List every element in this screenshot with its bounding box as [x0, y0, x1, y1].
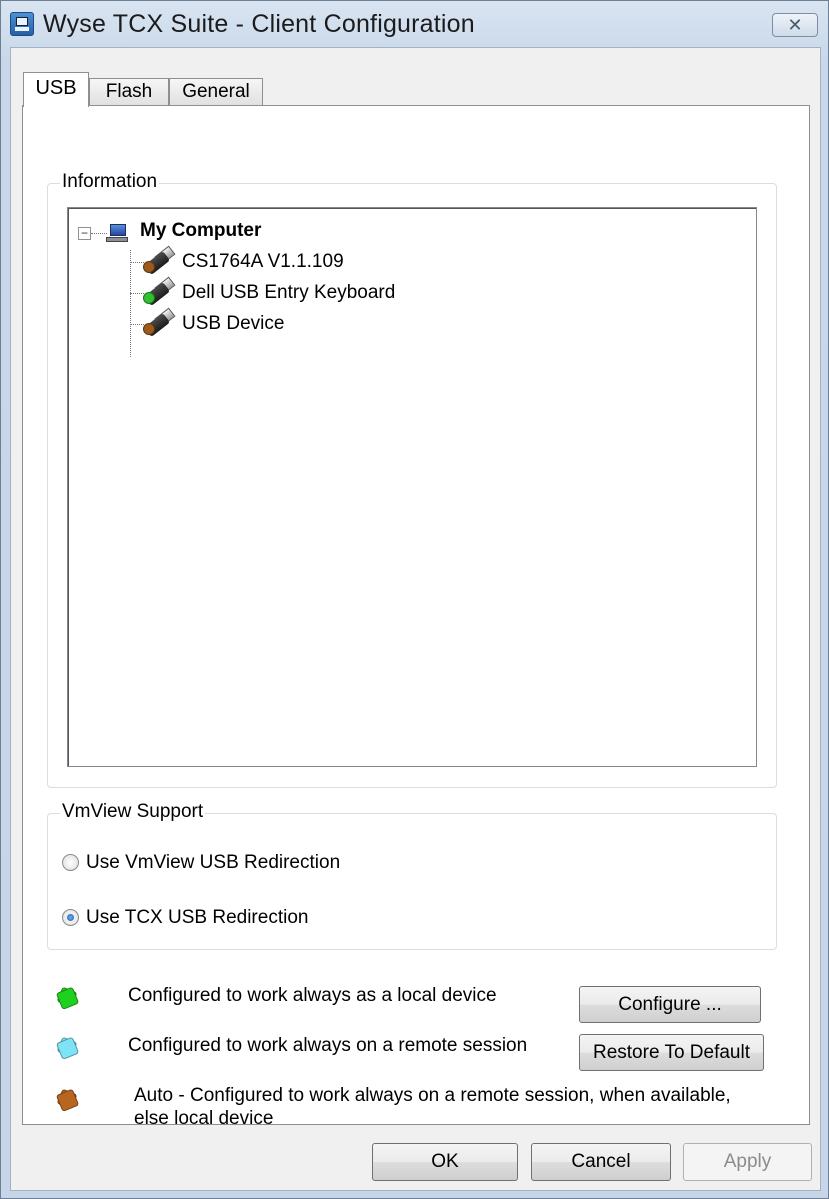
restore-to-default-button[interactable]: Restore To Default [579, 1034, 764, 1071]
vmview-support-label: VmView Support [60, 801, 206, 823]
local-device-status-icon [56, 986, 78, 1008]
tree-item-cs1764a[interactable]: CS1764A V1.1.109 [182, 251, 344, 273]
radio-button[interactable] [62, 854, 79, 871]
legend-remote-session-text: Configured to work always on a remote se… [128, 1035, 528, 1056]
tree-item-usb-device[interactable]: USB Device [182, 313, 284, 335]
radio-label: Use TCX USB Redirection [86, 907, 309, 928]
device-tree[interactable]: − My Computer CS1764A V1.1.109 Dell USB … [67, 207, 757, 767]
tab-general[interactable]: General [169, 78, 263, 106]
usb-device-icon [142, 276, 176, 307]
tree-root-my-computer[interactable]: My Computer [140, 220, 261, 242]
configure-button[interactable]: Configure ... [579, 986, 761, 1023]
information-group: Information − My Computer CS1764A V1.1.1… [47, 171, 777, 788]
radio-use-vmview-redirection[interactable]: Use VmView USB Redirection [62, 852, 340, 874]
radio-use-tcx-redirection[interactable]: Use TCX USB Redirection [62, 907, 308, 929]
ok-button[interactable]: OK [372, 1143, 518, 1181]
auto-status-icon [56, 1088, 78, 1110]
tree-connector [130, 250, 131, 357]
legend-auto-text: Auto - Configured to work always on a re… [134, 1084, 731, 1130]
usb-device-icon [142, 307, 176, 338]
dialog-body: USB Flash General Information − My Compu… [10, 47, 821, 1191]
tree-connector [91, 233, 107, 234]
app-icon [10, 12, 34, 36]
apply-button[interactable]: Apply [683, 1143, 812, 1181]
window-title: Wyse TCX Suite - Client Configuration [43, 10, 475, 38]
information-group-label: Information [60, 171, 160, 193]
legend-auto-line1: Auto - Configured to work always on a re… [134, 1085, 731, 1106]
close-button[interactable]: ✕ [772, 13, 818, 37]
radio-label: Use VmView USB Redirection [86, 852, 341, 873]
legend-auto-line2: else local device [134, 1108, 274, 1129]
usb-device-icon [142, 245, 176, 276]
collapse-icon[interactable]: − [78, 227, 91, 240]
vmview-support-group: VmView Support Use VmView USB Redirectio… [47, 801, 777, 950]
tree-item-dell-keyboard[interactable]: Dell USB Entry Keyboard [182, 282, 395, 304]
legend-local-device-text: Configured to work always as a local dev… [128, 985, 497, 1006]
usb-tab-panel: Information − My Computer CS1764A V1.1.1… [22, 105, 810, 1129]
remote-session-status-icon [56, 1036, 78, 1058]
title-bar: Wyse TCX Suite - Client Configuration ✕ [1, 1, 828, 47]
cancel-button[interactable]: Cancel [531, 1143, 671, 1181]
computer-icon [106, 222, 130, 244]
radio-button-checked[interactable] [62, 909, 79, 926]
client-configuration-window: Wyse TCX Suite - Client Configuration ✕ … [0, 0, 829, 1199]
tab-flash[interactable]: Flash [89, 78, 169, 106]
tab-usb[interactable]: USB [23, 72, 89, 107]
